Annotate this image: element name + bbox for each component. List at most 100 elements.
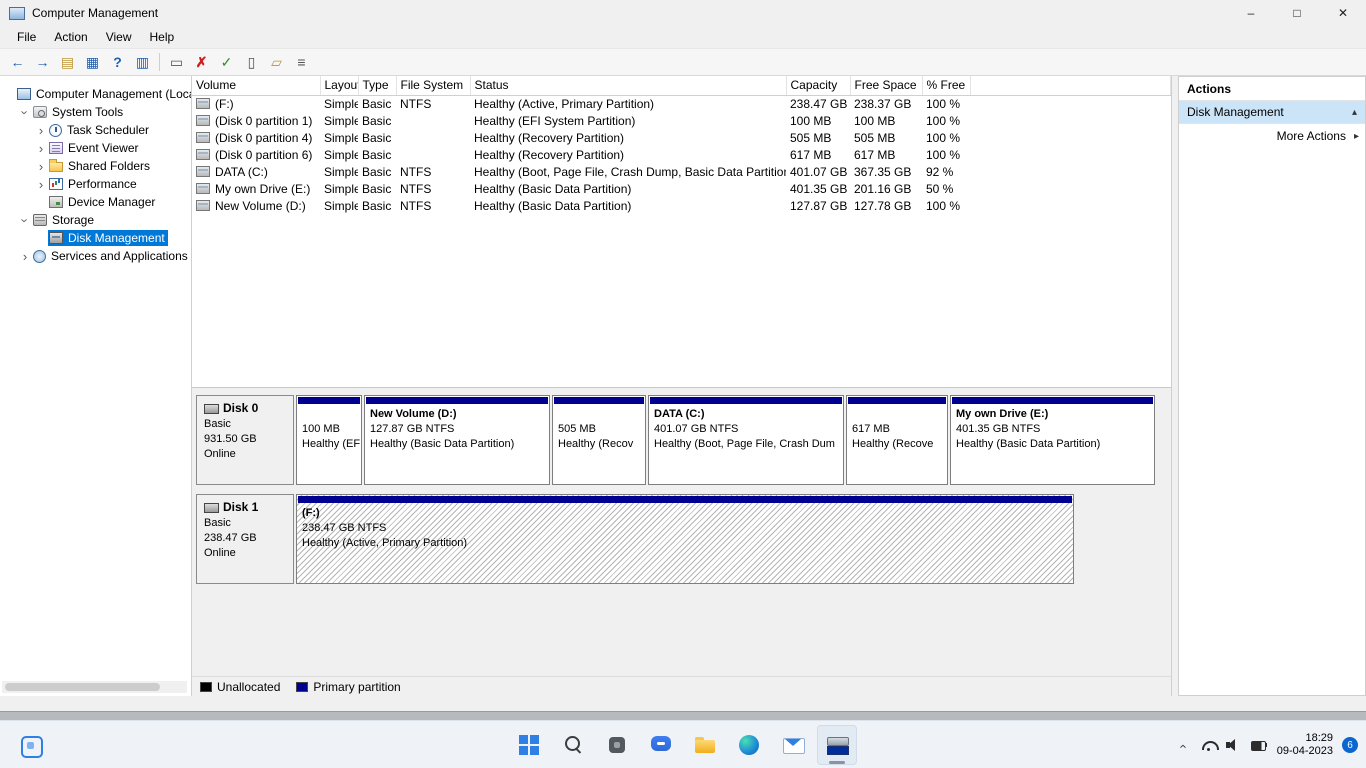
tree-item[interactable]: Disk Management [0, 229, 191, 247]
forward-button[interactable]: → [30, 51, 55, 73]
volume-row[interactable]: (F:) Simple Basic NTFS Healthy (Active, … [192, 95, 1171, 112]
computer-management-window: Computer Management – □ ✕ File Action View… [0, 0, 1366, 712]
actions-disk-management[interactable]: Disk Management [1179, 101, 1365, 124]
tree-expander-icon[interactable] [18, 213, 32, 228]
file-explorer-icon [693, 733, 717, 757]
tree-item[interactable]: Event Viewer [0, 139, 191, 157]
mail-button[interactable] [773, 725, 813, 765]
tree-item[interactable]: Storage [0, 211, 191, 229]
partition[interactable]: 617 MB Healthy (Recove [846, 395, 948, 485]
tree-expander-icon[interactable] [34, 141, 48, 156]
file-explorer-button[interactable] [685, 725, 725, 765]
toolbar: ← → ▤ ▦? ▥ ▭ ✗ ✓ ▯ ▱ ≡ [0, 48, 1366, 76]
actions-more-actions[interactable]: More Actions [1179, 124, 1365, 148]
properties-button[interactable]: ≡ [289, 51, 314, 73]
help-button[interactable]: ? [105, 51, 130, 73]
partition[interactable]: My own Drive (E:) 401.35 GB NTFS Healthy… [950, 395, 1155, 485]
partition[interactable]: 100 MB Healthy (EF [296, 395, 362, 485]
volume-row[interactable]: (Disk 0 partition 1) Simple Basic Health… [192, 112, 1171, 129]
back-button[interactable]: ← [5, 51, 30, 73]
partition-name: New Volume (D:) [370, 408, 457, 420]
menu-item[interactable]: File [8, 27, 45, 47]
widgets-button[interactable] [14, 729, 46, 761]
tree-item[interactable]: System Tools [0, 103, 191, 121]
show-console-tree-button[interactable]: ▦ [80, 51, 105, 73]
wifi-icon[interactable] [1200, 737, 1219, 753]
volume-row[interactable]: My own Drive (E:) Simple Basic NTFS Heal… [192, 180, 1171, 197]
tree-horizontal-scrollbar[interactable] [2, 681, 187, 693]
tree-expander-icon[interactable] [34, 123, 48, 138]
volume-column-header[interactable]: % Free [922, 76, 971, 96]
tree-expander-icon[interactable] [34, 159, 48, 174]
disk-drive-icon [204, 502, 219, 513]
shared-folders-icon [49, 159, 63, 172]
disk-management-app-button[interactable] [817, 725, 857, 765]
chevron-up-icon[interactable] [1352, 107, 1357, 118]
disk1-info-panel[interactable]: Disk 1 Basic 238.47 GB Online [196, 494, 294, 584]
partition-name: DATA (C:) [654, 408, 705, 420]
tree-item[interactable]: Computer Management (Local [0, 85, 191, 103]
volume-row[interactable]: (Disk 0 partition 4) Simple Basic Health… [192, 129, 1171, 146]
tree-expander-icon[interactable] [34, 177, 48, 192]
volume-free-space: 505 MB [854, 130, 896, 145]
volume-row[interactable]: DATA (C:) Simple Basic NTFS Healthy (Boo… [192, 163, 1171, 180]
volume-capacity: 617 MB [790, 147, 832, 162]
scrollbar-thumb[interactable] [5, 683, 160, 691]
volume-icon [196, 98, 210, 110]
open-folder-button[interactable]: ▱ [264, 51, 289, 73]
partition-status: Healthy (Basic Data Partition) [956, 438, 1101, 450]
partition[interactable]: New Volume (D:) 127.87 GB NTFS Healthy (… [364, 395, 550, 485]
menu-item[interactable]: Action [45, 27, 96, 47]
volume-name: DATA (C:) [215, 164, 268, 179]
tree-item[interactable]: Task Scheduler [0, 121, 191, 139]
close-button[interactable]: ✕ [1320, 0, 1366, 26]
volume-column-header[interactable]: Volume [192, 76, 321, 96]
tree-expander-icon[interactable] [18, 105, 32, 120]
volume-list: Volume Layout Type File System Status Capacit… [192, 76, 1171, 388]
notification-badge[interactable]: 6 [1342, 737, 1358, 753]
volume-column-header[interactable]: Type [358, 76, 397, 96]
disk0-info-panel[interactable]: Disk 0 Basic 931.50 GB Online [196, 395, 294, 485]
search-button[interactable] [553, 725, 593, 765]
export-list-button[interactable]: ▤ [55, 51, 80, 73]
battery-icon[interactable] [1250, 737, 1268, 753]
start-button[interactable] [509, 725, 549, 765]
tray-chevron-up-icon[interactable] [1175, 737, 1193, 753]
menu-item[interactable]: Help [141, 27, 184, 47]
partition-name [852, 407, 942, 422]
volume-icon[interactable] [1225, 737, 1243, 753]
tree-item[interactable]: Shared Folders [0, 157, 191, 175]
partition[interactable]: (F:) 238.47 GB NTFS Healthy (Active, Pri… [296, 494, 1074, 584]
edge-button[interactable] [729, 725, 769, 765]
partition-status: Healthy (Boot, Page File, Crash Dum [654, 438, 835, 450]
check-volume-button[interactable]: ✓ [214, 51, 239, 73]
attention-button[interactable]: ▭ [164, 51, 189, 73]
minimize-button[interactable]: – [1228, 0, 1274, 26]
tree-item[interactable]: Performance [0, 175, 191, 193]
partition-status: Healthy (Recove [852, 438, 934, 450]
menu-item[interactable]: View [97, 27, 141, 47]
performance-icon [49, 178, 63, 190]
volume-column-header[interactable]: Layout [320, 76, 359, 96]
tree-expander-icon[interactable] [18, 249, 32, 264]
show-action-pane-button[interactable]: ▥ [130, 51, 155, 73]
volume-column-header[interactable]: Free Space [850, 76, 923, 96]
volume-column-header[interactable]: Status [470, 76, 787, 96]
chat-button[interactable] [641, 725, 681, 765]
new-volume-button[interactable]: ▯ [239, 51, 264, 73]
partition[interactable]: 505 MB Healthy (Recov [552, 395, 646, 485]
taskview-button[interactable] [597, 725, 637, 765]
maximize-button[interactable]: □ [1274, 0, 1320, 26]
volume-row[interactable]: New Volume (D:) Simple Basic NTFS Health… [192, 197, 1171, 214]
delete-volume-button[interactable]: ✗ [189, 51, 214, 73]
taskbar-clock[interactable]: 18:29 09-04-2023 [1275, 732, 1335, 758]
tree-item[interactable]: Device Manager [0, 193, 191, 211]
volume-layout: Simple [324, 198, 358, 213]
partition[interactable]: DATA (C:) 401.07 GB NTFS Healthy (Boot, … [648, 395, 844, 485]
tree-item[interactable]: Services and Applications [0, 247, 191, 265]
volume-column-header[interactable]: File System [396, 76, 471, 96]
volume-free-space: 238.37 GB [854, 96, 912, 111]
volume-row[interactable]: (Disk 0 partition 6) Simple Basic Health… [192, 146, 1171, 163]
volume-column-header[interactable] [970, 76, 1171, 96]
volume-column-header[interactable]: Capacity [786, 76, 851, 96]
